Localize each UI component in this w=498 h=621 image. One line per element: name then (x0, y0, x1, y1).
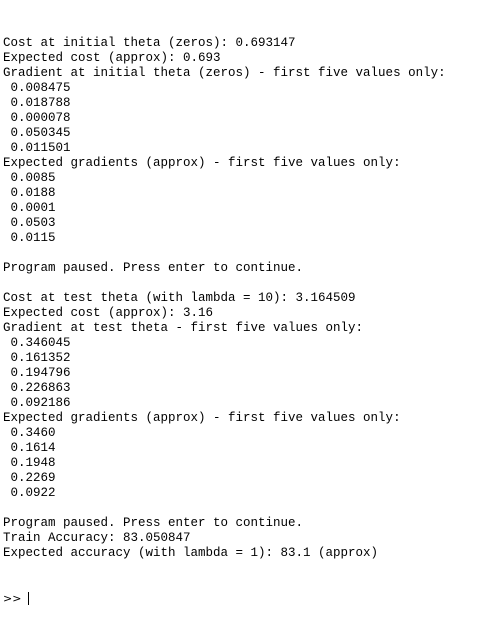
console-line: 0.000078 (3, 111, 71, 125)
console-line: Program paused. Press enter to continue. (3, 516, 304, 530)
console-output[interactable]: Cost at initial theta (zeros): 0.693147 E… (3, 6, 495, 621)
console-line: Cost at test theta (with lambda = 10): 3… (3, 291, 356, 305)
console-line: 0.0001 (3, 201, 56, 215)
console-line: Expected cost (approx): 0.693 (3, 51, 221, 65)
console-line: Expected cost (approx): 3.16 (3, 306, 214, 320)
console-line: 0.050345 (3, 126, 71, 140)
console-line: 0.346045 (3, 336, 71, 350)
console-line: 0.0188 (3, 186, 56, 200)
console-line: 0.0085 (3, 171, 56, 185)
text-cursor (28, 592, 30, 605)
console-line: 0.161352 (3, 351, 71, 365)
console-line: Gradient at test theta - first five valu… (3, 321, 364, 335)
console-line: Expected gradients (approx) - first five… (3, 411, 401, 425)
console-line: 0.2269 (3, 471, 56, 485)
console-line: Cost at initial theta (zeros): 0.693147 (3, 36, 296, 50)
console-line: 0.1614 (3, 441, 56, 455)
console-line: 0.011501 (3, 141, 71, 155)
console-line: 0.226863 (3, 381, 71, 395)
console-line: 0.0115 (3, 231, 56, 245)
prompt-symbol: >> (3, 592, 22, 605)
console-line: 0.008475 (3, 81, 71, 95)
console-line: Expected gradients (approx) - first five… (3, 156, 401, 170)
console-line: 0.092186 (3, 396, 71, 410)
console-line: Program paused. Press enter to continue. (3, 261, 304, 275)
console-line: 0.0503 (3, 216, 56, 230)
console-line: 0.018788 (3, 96, 71, 110)
console-line: Gradient at initial theta (zeros) - firs… (3, 66, 446, 80)
console-line: 0.194796 (3, 366, 71, 380)
console-lines: Cost at initial theta (zeros): 0.693147 E… (3, 36, 495, 561)
console-line: Train Accuracy: 83.050847 (3, 531, 191, 545)
console-line: 0.0922 (3, 486, 56, 500)
command-prompt-line[interactable]: >> (3, 591, 495, 606)
console-line: 0.1948 (3, 456, 56, 470)
console-line: 0.3460 (3, 426, 56, 440)
